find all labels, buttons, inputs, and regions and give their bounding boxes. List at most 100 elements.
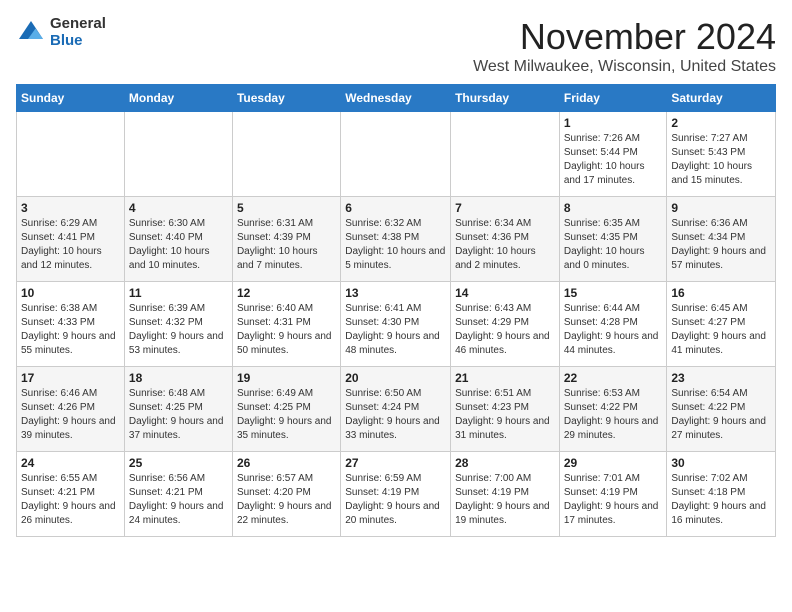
- day-info: Sunrise: 6:59 AM Sunset: 4:19 PM Dayligh…: [345, 472, 446, 528]
- day-number: 5: [237, 201, 336, 215]
- day-info: Sunrise: 6:43 AM Sunset: 4:29 PM Dayligh…: [455, 302, 555, 358]
- calendar-cell: 14 Sunrise: 6:43 AM Sunset: 4:29 PM Dayli…: [451, 282, 560, 367]
- day-number: 1: [564, 116, 663, 130]
- day-info: Sunrise: 7:00 AM Sunset: 4:19 PM Dayligh…: [455, 472, 555, 528]
- calendar-cell: 1 Sunrise: 7:26 AM Sunset: 5:44 PM Daylig…: [559, 112, 667, 197]
- day-info: Sunrise: 6:54 AM Sunset: 4:22 PM Dayligh…: [671, 387, 771, 443]
- calendar-cell: 23 Sunrise: 6:54 AM Sunset: 4:22 PM Dayli…: [667, 367, 776, 452]
- calendar-week-4: 17Sunrise: 6:46 AM Sunset: 4:26 PM Dayli…: [17, 367, 776, 452]
- day-info: Sunrise: 6:35 AM Sunset: 4:35 PM Dayligh…: [564, 217, 663, 273]
- calendar-cell: 21 Sunrise: 6:51 AM Sunset: 4:23 PM Dayli…: [451, 367, 560, 452]
- calendar-cell: 17Sunrise: 6:46 AM Sunset: 4:26 PM Dayli…: [17, 367, 125, 452]
- weekday-header-tuesday: Tuesday: [232, 85, 340, 112]
- weekday-header-row: SundayMondayTuesdayWednesdayThursdayFrid…: [17, 85, 776, 112]
- day-info: Sunrise: 6:55 AM Sunset: 4:21 PM Dayligh…: [21, 472, 120, 528]
- day-number: 21: [455, 371, 555, 385]
- day-number: 22: [564, 371, 663, 385]
- calendar-cell: 11Sunrise: 6:39 AM Sunset: 4:32 PM Dayli…: [124, 282, 232, 367]
- calendar-cell: 8Sunrise: 6:35 AM Sunset: 4:35 PM Daylig…: [559, 197, 667, 282]
- calendar-cell: 15 Sunrise: 6:44 AM Sunset: 4:28 PM Dayli…: [559, 282, 667, 367]
- day-info: Sunrise: 6:30 AM Sunset: 4:40 PM Dayligh…: [129, 217, 228, 273]
- day-info: Sunrise: 6:40 AM Sunset: 4:31 PM Dayligh…: [237, 302, 336, 358]
- calendar-week-5: 24 Sunrise: 6:55 AM Sunset: 4:21 PM Dayli…: [17, 452, 776, 537]
- calendar-week-2: 3 Sunrise: 6:29 AM Sunset: 4:41 PM Daylig…: [17, 197, 776, 282]
- calendar-cell: [124, 112, 232, 197]
- day-info: Sunrise: 6:56 AM Sunset: 4:21 PM Dayligh…: [129, 472, 228, 528]
- weekday-header-thursday: Thursday: [451, 85, 560, 112]
- day-number: 12: [237, 286, 336, 300]
- day-info: Sunrise: 7:01 AM Sunset: 4:19 PM Dayligh…: [564, 472, 663, 528]
- day-info: Sunrise: 6:32 AM Sunset: 4:38 PM Dayligh…: [345, 217, 446, 273]
- day-number: 24: [21, 456, 120, 470]
- day-number: 3: [21, 201, 120, 215]
- day-info: Sunrise: 6:50 AM Sunset: 4:24 PM Dayligh…: [345, 387, 446, 443]
- day-number: 27: [345, 456, 446, 470]
- day-number: 14: [455, 286, 555, 300]
- day-number: 2: [671, 116, 771, 130]
- day-number: 20: [345, 371, 446, 385]
- day-info: Sunrise: 6:46 AM Sunset: 4:26 PM Dayligh…: [21, 387, 120, 443]
- day-info: Sunrise: 6:51 AM Sunset: 4:23 PM Dayligh…: [455, 387, 555, 443]
- day-number: 29: [564, 456, 663, 470]
- day-number: 13: [345, 286, 446, 300]
- calendar-cell: 4 Sunrise: 6:30 AM Sunset: 4:40 PM Daylig…: [124, 197, 232, 282]
- calendar-cell: 22 Sunrise: 6:53 AM Sunset: 4:22 PM Dayli…: [559, 367, 667, 452]
- calendar-table: SundayMondayTuesdayWednesdayThursdayFrid…: [16, 84, 776, 537]
- day-number: 4: [129, 201, 228, 215]
- day-info: Sunrise: 7:26 AM Sunset: 5:44 PM Dayligh…: [564, 132, 663, 188]
- day-info: Sunrise: 6:41 AM Sunset: 4:30 PM Dayligh…: [345, 302, 446, 358]
- day-number: 18: [129, 371, 228, 385]
- calendar-cell: 3 Sunrise: 6:29 AM Sunset: 4:41 PM Daylig…: [17, 197, 125, 282]
- day-info: Sunrise: 6:44 AM Sunset: 4:28 PM Dayligh…: [564, 302, 663, 358]
- day-info: Sunrise: 6:57 AM Sunset: 4:20 PM Dayligh…: [237, 472, 336, 528]
- calendar-cell: 13 Sunrise: 6:41 AM Sunset: 4:30 PM Dayli…: [341, 282, 451, 367]
- calendar-cell: 28Sunrise: 7:00 AM Sunset: 4:19 PM Dayli…: [451, 452, 560, 537]
- calendar-cell: 27 Sunrise: 6:59 AM Sunset: 4:19 PM Dayli…: [341, 452, 451, 537]
- day-info: Sunrise: 6:34 AM Sunset: 4:36 PM Dayligh…: [455, 217, 555, 273]
- title-area: November 2024 West Milwaukee, Wisconsin,…: [473, 16, 776, 76]
- day-number: 30: [671, 456, 771, 470]
- day-number: 9: [671, 201, 771, 215]
- calendar-cell: 18 Sunrise: 6:48 AM Sunset: 4:25 PM Dayli…: [124, 367, 232, 452]
- calendar-cell: [232, 112, 340, 197]
- calendar-cell: 7 Sunrise: 6:34 AM Sunset: 4:36 PM Daylig…: [451, 197, 560, 282]
- logo-general: General: [50, 16, 106, 33]
- logo: General Blue: [16, 16, 106, 49]
- day-number: 10: [21, 286, 120, 300]
- day-number: 23: [671, 371, 771, 385]
- calendar-week-1: 1 Sunrise: 7:26 AM Sunset: 5:44 PM Daylig…: [17, 112, 776, 197]
- weekday-header-monday: Monday: [124, 85, 232, 112]
- day-info: Sunrise: 6:49 AM Sunset: 4:25 PM Dayligh…: [237, 387, 336, 443]
- calendar-cell: [341, 112, 451, 197]
- calendar-cell: 10Sunrise: 6:38 AM Sunset: 4:33 PM Dayli…: [17, 282, 125, 367]
- weekday-header-saturday: Saturday: [667, 85, 776, 112]
- day-number: 19: [237, 371, 336, 385]
- day-number: 26: [237, 456, 336, 470]
- calendar-cell: 12 Sunrise: 6:40 AM Sunset: 4:31 PM Dayli…: [232, 282, 340, 367]
- calendar-cell: 20 Sunrise: 6:50 AM Sunset: 4:24 PM Dayli…: [341, 367, 451, 452]
- day-number: 15: [564, 286, 663, 300]
- calendar-cell: 30 Sunrise: 7:02 AM Sunset: 4:18 PM Dayli…: [667, 452, 776, 537]
- day-info: Sunrise: 6:45 AM Sunset: 4:27 PM Dayligh…: [671, 302, 771, 358]
- day-info: Sunrise: 7:27 AM Sunset: 5:43 PM Dayligh…: [671, 132, 771, 188]
- calendar-cell: 29 Sunrise: 7:01 AM Sunset: 4:19 PM Dayli…: [559, 452, 667, 537]
- calendar-cell: 26 Sunrise: 6:57 AM Sunset: 4:20 PM Dayli…: [232, 452, 340, 537]
- day-info: Sunrise: 6:53 AM Sunset: 4:22 PM Dayligh…: [564, 387, 663, 443]
- weekday-header-sunday: Sunday: [17, 85, 125, 112]
- calendar-cell: 5 Sunrise: 6:31 AM Sunset: 4:39 PM Daylig…: [232, 197, 340, 282]
- day-info: Sunrise: 7:02 AM Sunset: 4:18 PM Dayligh…: [671, 472, 771, 528]
- calendar-cell: 24 Sunrise: 6:55 AM Sunset: 4:21 PM Dayli…: [17, 452, 125, 537]
- day-number: 7: [455, 201, 555, 215]
- calendar-cell: 19 Sunrise: 6:49 AM Sunset: 4:25 PM Dayli…: [232, 367, 340, 452]
- location-title: West Milwaukee, Wisconsin, United States: [473, 58, 776, 76]
- weekday-header-wednesday: Wednesday: [341, 85, 451, 112]
- day-info: Sunrise: 6:48 AM Sunset: 4:25 PM Dayligh…: [129, 387, 228, 443]
- day-info: Sunrise: 6:36 AM Sunset: 4:34 PM Dayligh…: [671, 217, 771, 273]
- day-info: Sunrise: 6:29 AM Sunset: 4:41 PM Dayligh…: [21, 217, 120, 273]
- day-info: Sunrise: 6:31 AM Sunset: 4:39 PM Dayligh…: [237, 217, 336, 273]
- calendar-cell: [451, 112, 560, 197]
- calendar-cell: 6Sunrise: 6:32 AM Sunset: 4:38 PM Daylig…: [341, 197, 451, 282]
- calendar-week-3: 10Sunrise: 6:38 AM Sunset: 4:33 PM Dayli…: [17, 282, 776, 367]
- calendar-cell: [17, 112, 125, 197]
- page-header: General Blue November 2024 West Milwauke…: [16, 16, 776, 76]
